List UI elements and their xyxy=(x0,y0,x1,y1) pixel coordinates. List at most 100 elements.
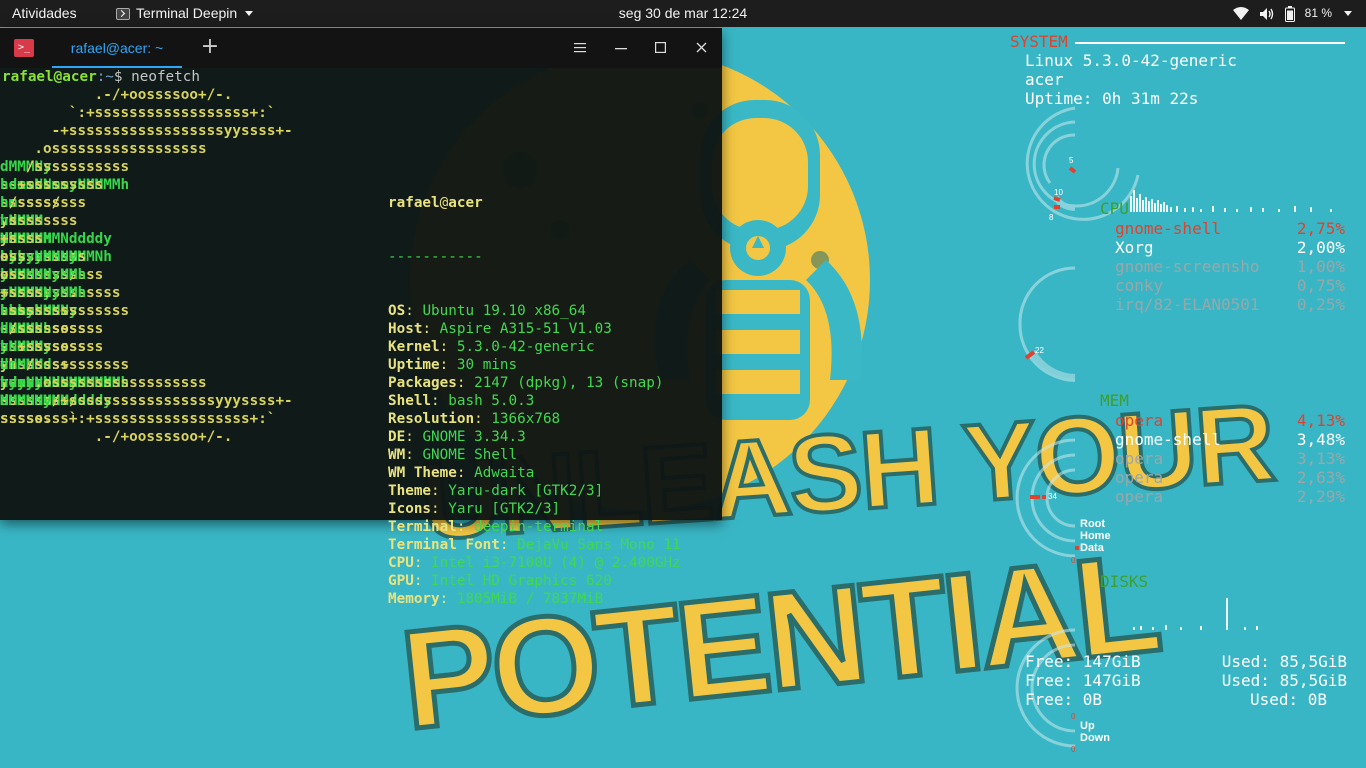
new-tab-button[interactable]: + xyxy=(198,36,222,60)
disk-ring-zero: 0 xyxy=(1071,556,1076,565)
disk-row: Free: 147GiB Used: 85,5GiB xyxy=(1025,652,1347,671)
fs-labels: Root Home Data xyxy=(1080,518,1111,554)
logo-line: .ossssssssssssssssss dMMMNy sssso. xyxy=(0,141,207,193)
process-row: opera 3,13% xyxy=(1115,449,1345,468)
info-row: WM: GNOME Shell xyxy=(388,447,518,463)
conky-divider xyxy=(1075,42,1345,44)
battery-icon xyxy=(1284,5,1295,22)
mem-section-label: MEM xyxy=(1100,391,1129,410)
process-row: opera 2,29% xyxy=(1115,487,1345,506)
process-row: gnome-shell 2,75% xyxy=(1115,219,1345,238)
net-zero: 0 xyxy=(1071,745,1076,754)
info-row: Host: Aspire A315-51 V1.03 xyxy=(388,321,612,337)
ubuntu-ascii-logo: .-/+oossssoo+/-. `:+ssssssssssssssssss+:… xyxy=(0,86,293,446)
info-row: Packages: 2147 (dpkg), 13 (snap) xyxy=(388,375,664,391)
mem-process-list: opera 4,13% gnome-shell 3,48% opera 3,13% oper… xyxy=(1115,411,1345,506)
cpu-ring-num: 8 xyxy=(1049,213,1054,222)
chevron-down-icon xyxy=(1344,11,1352,16)
disks-section-label: DISKS xyxy=(1100,572,1149,591)
prompt-command: neofetch xyxy=(131,69,200,85)
logo-line: /sssssssssss hdmmNNmmyNMMMMh ssssss/ xyxy=(0,159,130,211)
maximize-button[interactable] xyxy=(648,36,672,60)
info-row: Shell: bash 5.0.3 xyxy=(388,393,535,409)
minimize-icon xyxy=(615,48,627,50)
process-row: conky 0,75% xyxy=(1115,276,1345,295)
logo-line: /ssssssss hNMMM yh hyyyyhmNMMMNh ssssssss/ xyxy=(0,195,112,283)
info-row: Icons: Yaru [GTK2/3] xyxy=(388,501,561,517)
process-row: Xorg 2,00% xyxy=(1115,238,1345,257)
terminal-logo-icon: >_ xyxy=(14,39,34,57)
process-row: opera 2,63% xyxy=(1115,468,1345,487)
logo-line: -+sssssssssssssssssyyyssss+- xyxy=(0,393,293,409)
info-row: Theme: Yaru-dark [GTK2/3] xyxy=(388,483,604,499)
cpu-process-list: gnome-shell 2,75% Xorg 2,00% gnome-screensho… xyxy=(1115,219,1345,314)
logo-line: /ssssssss hNMMM yh hyyyyhdNMMMNh ssssssss/ xyxy=(0,321,112,409)
process-row: gnome-shell 3,48% xyxy=(1115,430,1345,449)
logo-line: -+ssssssssssssssssssyyssss+- xyxy=(0,123,293,139)
terminal-window[interactable]: >_ rafael@acer: ~ + rafael@acer:~$ neofe… xyxy=(0,28,722,607)
info-row: GPU: Intel HD Graphics 620 xyxy=(388,573,612,589)
net-zero: 0 xyxy=(1071,712,1076,721)
cpu-ring-num: 10 xyxy=(1054,188,1063,197)
disk-row: Free: 0B Used: 0B xyxy=(1025,690,1327,709)
logo-line: `:+ssssssssssssssssss+:` xyxy=(0,105,276,121)
prompt-path: :~ xyxy=(96,69,114,85)
wifi-icon xyxy=(1232,6,1249,21)
close-icon xyxy=(696,42,706,53)
info-row: OS: Ubuntu 19.10 x86_64 xyxy=(388,303,586,319)
info-row: DE: GNOME 3.34.3 xyxy=(388,429,526,445)
process-row: opera 4,13% xyxy=(1115,411,1345,430)
logo-line: +sssssssss hm yd MMMMMMMNddddy ssssssss+ xyxy=(0,177,112,265)
logo-line: +sssssssss dm yd MMMMMMMMddddy ssssssss+ xyxy=(0,339,112,427)
info-row: Uptime: 30 mins xyxy=(388,357,518,373)
system-tray[interactable]: 81 % xyxy=(1232,0,1352,27)
info-row: Terminal Font: DejaVu Sans Mono 11 xyxy=(388,537,681,553)
info-row: Resolution: 1366x768 xyxy=(388,411,561,427)
info-row: Memory: 1805MiB / 7837MiB xyxy=(388,591,604,607)
clock[interactable]: seg 30 de mar 12:24 xyxy=(619,5,747,21)
close-button[interactable] xyxy=(689,36,713,60)
logo-line: .ssssssss dMMMNh ssssssssss hNMMMd ssssssss. xyxy=(0,303,87,391)
battery-label: 81 % xyxy=(1304,6,1332,20)
menu-button[interactable] xyxy=(568,36,592,60)
chevron-down-icon xyxy=(245,11,254,16)
volume-icon xyxy=(1259,7,1275,21)
cpu-ring-num: 5 xyxy=(1069,156,1074,165)
prompt-line: rafael@acer:~$ neofetch xyxy=(2,68,200,86)
mem-ring-num: 22 xyxy=(1035,346,1044,355)
logo-line: .ossssssssssssssssss dMMMNy sssso. xyxy=(0,375,207,427)
info-row: Kernel: 5.3.0-42-generic xyxy=(388,339,595,355)
conky-system-title: SYSTEM xyxy=(1010,32,1068,51)
info-row: Terminal: deepin-terminal xyxy=(388,519,604,535)
cpu-section-label: CPU xyxy=(1100,199,1129,218)
prompt-symbol: $ xyxy=(113,69,132,85)
maximize-icon xyxy=(654,42,666,54)
disk-row: Free: 147GiB Used: 85,5GiB xyxy=(1025,671,1347,690)
disk-ring-num: 34 xyxy=(1048,492,1057,501)
terminal-titlebar[interactable]: >_ rafael@acer: ~ + xyxy=(0,28,722,68)
activities-button[interactable]: Atividades xyxy=(12,0,77,27)
logo-line: /sssssssssss hdmNNNNmyNMMMMh ssssss/ xyxy=(0,357,130,409)
tab-rafael-acer[interactable]: rafael@acer: ~ xyxy=(52,28,182,68)
info-userhost: rafael@acer xyxy=(388,195,483,211)
info-row: CPU: Intel i3-7100U (4) @ 2.400GHz xyxy=(388,555,681,571)
info-separator: ----------- xyxy=(388,249,483,265)
app-menu[interactable]: Terminal Deepin xyxy=(116,0,254,27)
info-row: WM Theme: Adwaita xyxy=(388,465,535,481)
top-bar: Atividades Terminal Deepin seg 30 de mar… xyxy=(0,0,1366,27)
logo-line: `:+ssssssssssssssssss+:` xyxy=(0,411,276,427)
net-labels: Up Down xyxy=(1080,720,1110,744)
terminal-output[interactable]: rafael@acer:~$ neofetch .-/+oossssoo+/-.… xyxy=(0,68,722,607)
system-info: rafael@acer ----------- OS: Ubuntu 19.10… xyxy=(388,158,681,607)
hamburger-icon xyxy=(574,43,586,53)
process-row: gnome-screensho 1,00% xyxy=(1115,257,1345,276)
conky-system-info: Linux 5.3.0-42-generic acer Uptime: 0h 31m… xyxy=(1025,51,1237,108)
prompt-user: rafael@acer xyxy=(2,69,97,85)
process-row: irq/82-ELAN0501 0,25% xyxy=(1115,295,1345,314)
logo-line: .-/+oossssoo+/-. xyxy=(0,429,233,445)
minimize-button[interactable] xyxy=(609,36,633,60)
app-menu-label: Terminal Deepin xyxy=(136,5,238,21)
logo-line: .ssssssss dMMMNh ssssssssss hNMMMd ssssssss. xyxy=(0,213,87,301)
terminal-app-icon xyxy=(116,7,130,20)
logo-line: .-/+oossssoo+/-. xyxy=(0,87,233,103)
